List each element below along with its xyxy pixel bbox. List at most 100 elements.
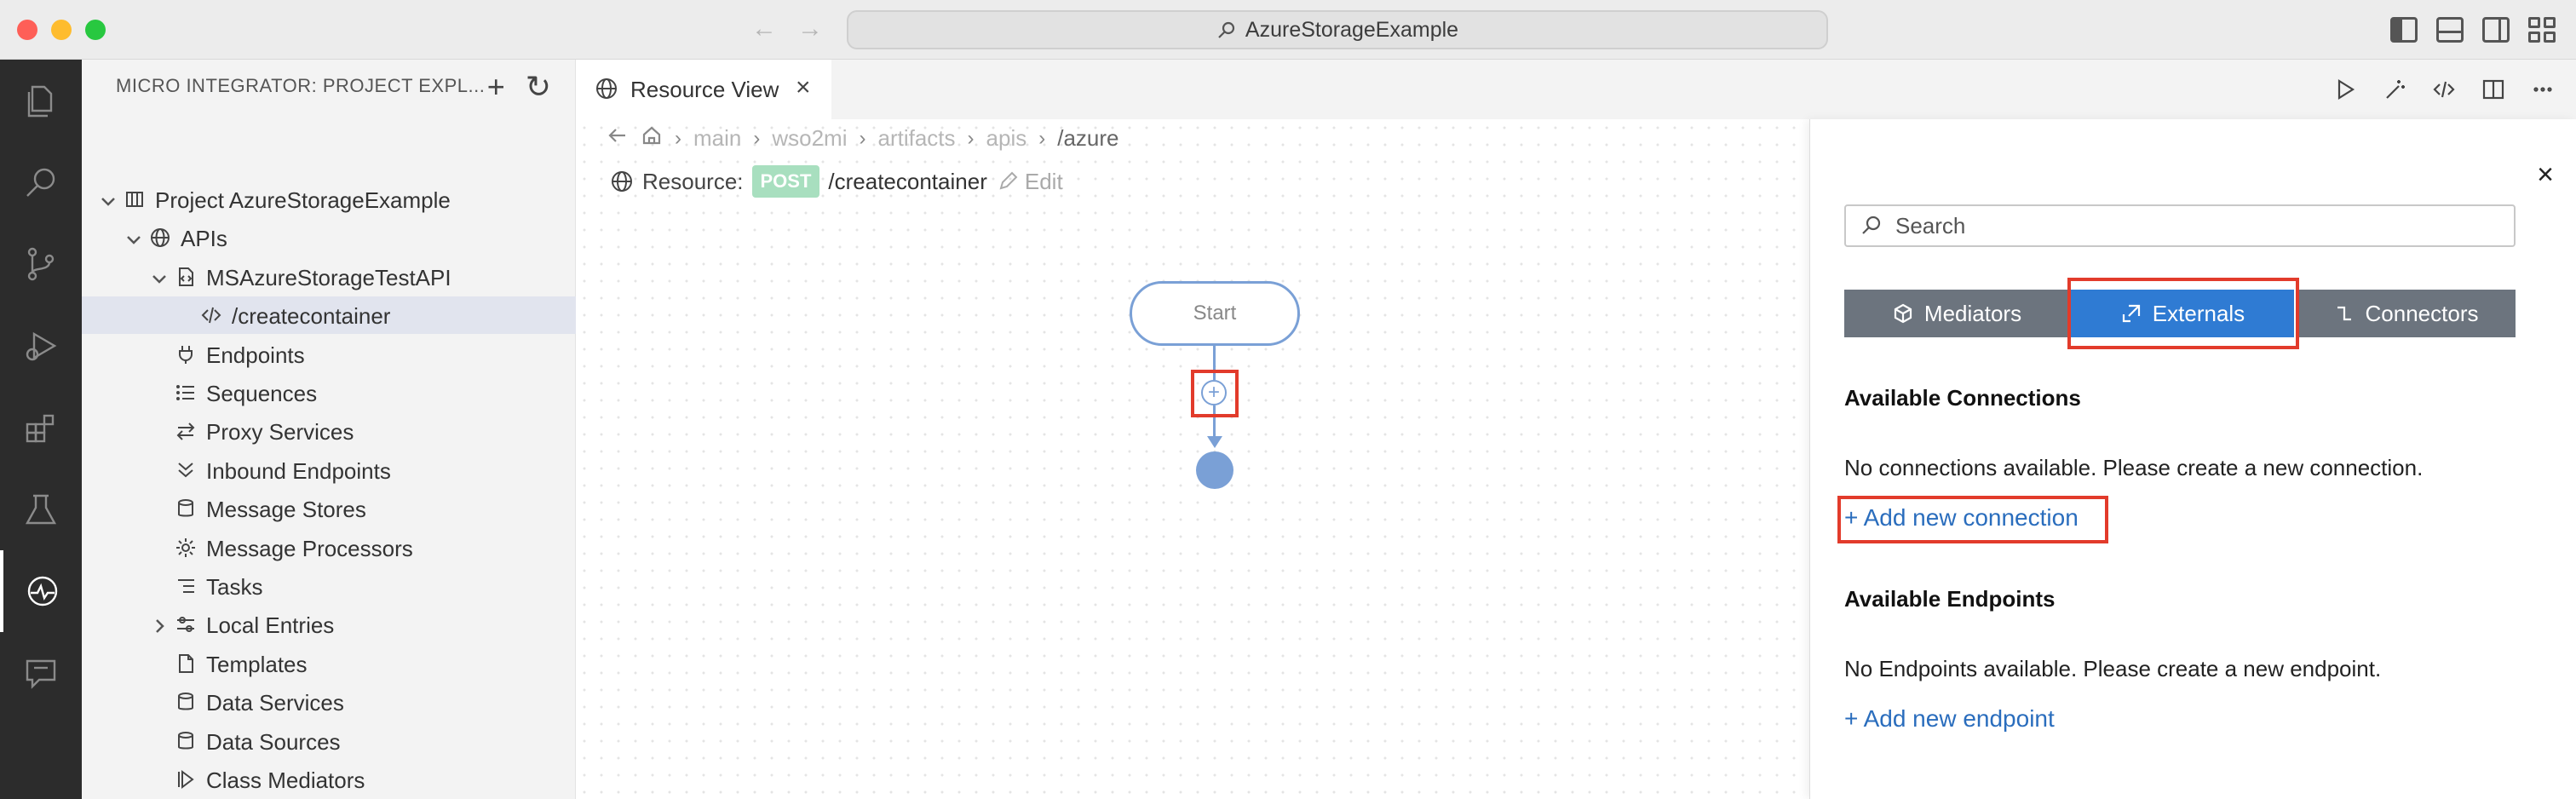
database-icon: [174, 497, 198, 520]
micro-integrator-icon[interactable]: [0, 550, 82, 632]
back-arrow-icon[interactable]: [607, 124, 629, 152]
search-input[interactable]: [1895, 212, 2492, 239]
externals-highlight: [2067, 278, 2299, 349]
toggle-secondary-sidebar-icon[interactable]: [2482, 17, 2510, 43]
sliders-icon: [174, 612, 198, 636]
tree-item[interactable]: Local Entries: [82, 606, 576, 643]
tree-item-label: Class Mediators: [206, 767, 365, 793]
pencil-icon: [999, 171, 1018, 190]
tab-connectors[interactable]: Connectors: [2296, 290, 2516, 337]
tree-item[interactable]: Inbound Endpoints: [82, 451, 576, 489]
back-arrow-icon[interactable]: ←: [751, 14, 777, 44]
endpoints-empty-message: No Endpoints available. Please create a …: [1844, 656, 2382, 681]
forward-arrow-icon[interactable]: →: [797, 14, 823, 44]
magic-wand-icon[interactable]: [2382, 77, 2407, 102]
tree-item[interactable]: Endpoints: [82, 336, 576, 373]
split-editor-icon[interactable]: [2481, 77, 2506, 102]
explorer-icon[interactable]: [0, 60, 82, 141]
tree-item[interactable]: Tasks: [82, 567, 576, 605]
layout-controls: [2390, 17, 2556, 43]
code-view-icon[interactable]: [2431, 77, 2457, 102]
customize-layout-icon[interactable]: [2528, 17, 2556, 43]
testing-icon[interactable]: [0, 468, 82, 550]
tree-item[interactable]: /createcontainer: [82, 296, 576, 335]
tree-item-label: Templates: [206, 651, 308, 677]
tree-item[interactable]: Proxy Services: [82, 412, 576, 450]
add-new-endpoint-link[interactable]: + Add new endpoint: [1844, 705, 2055, 733]
tree-item[interactable]: APIs: [82, 219, 576, 256]
chevron-down-icon[interactable]: [124, 228, 143, 247]
tree-item[interactable]: Class Mediators: [82, 761, 576, 798]
home-icon[interactable]: [641, 124, 663, 152]
toggle-panel-icon[interactable]: [2436, 17, 2464, 43]
command-center[interactable]: AzureStorageExample: [847, 10, 1828, 49]
tree-item[interactable]: Message Stores: [82, 490, 576, 527]
method-badge: POST: [751, 165, 820, 198]
tree-item[interactable]: Data Services: [82, 683, 576, 721]
chevron-right-icon[interactable]: [150, 615, 169, 634]
search-icon[interactable]: [0, 141, 82, 223]
add-new-connection-link[interactable]: + Add new connection: [1844, 504, 2079, 532]
tree-item-label: Proxy Services: [206, 419, 354, 445]
tab-mediators[interactable]: Mediators: [1844, 290, 2069, 337]
tab-resource-view[interactable]: Resource View ×: [576, 60, 831, 119]
tab-label: Mediators: [1923, 300, 2022, 326]
search-icon: [1862, 216, 1881, 234]
sidebar-title: MICRO INTEGRATOR: PROJECT EXPL...: [116, 75, 486, 96]
tree-item[interactable]: MSAzureStorageTestAPI: [82, 258, 576, 296]
close-tab-icon[interactable]: ×: [796, 75, 811, 101]
close-window-button[interactable]: [17, 20, 37, 40]
editor-tab-bar: Resource View ×: [576, 60, 2576, 119]
tree-item-label: MSAzureStorageTestAPI: [206, 264, 451, 290]
tree-item[interactable]: Data Sources: [82, 722, 576, 760]
play-bar-icon: [174, 767, 198, 791]
toggle-primary-sidebar-icon[interactable]: [2390, 17, 2418, 43]
extensions-icon[interactable]: [0, 387, 82, 468]
side-panel: × Mediators Externals Connectors Availab…: [1809, 119, 2576, 799]
tree-item-label: Endpoints: [206, 342, 305, 368]
flow-arrow-icon: [1207, 436, 1222, 448]
breadcrumb-item[interactable]: apis: [986, 125, 1027, 152]
globe-icon: [595, 77, 618, 101]
gear-icon: [174, 536, 198, 560]
diagram-canvas[interactable]: › main › wso2mi › artifacts › apis › /az…: [576, 119, 1809, 799]
more-actions-icon[interactable]: [2530, 77, 2556, 102]
tree-item[interactable]: Project AzureStorageExample: [82, 181, 576, 218]
add-icon[interactable]: +: [487, 68, 505, 106]
database-icon: [174, 690, 198, 714]
maximize-window-button[interactable]: [85, 20, 106, 40]
breadcrumb-item[interactable]: artifacts: [878, 125, 956, 152]
edit-resource-button[interactable]: Edit: [996, 169, 1063, 195]
available-connections-title: Available Connections: [1844, 385, 2081, 411]
run-debug-icon[interactable]: [0, 305, 82, 387]
tree-item-label: Message Stores: [206, 497, 366, 523]
end-node: [1196, 451, 1233, 489]
tree-item-label: Project AzureStorageExample: [155, 187, 451, 213]
start-node[interactable]: Start: [1130, 281, 1300, 346]
tree-item[interactable]: Message Processors: [82, 529, 576, 566]
activity-bar: [0, 60, 82, 799]
tree-item[interactable]: Templates: [82, 645, 576, 682]
edit-label: Edit: [1024, 168, 1063, 194]
globe-icon: [148, 226, 172, 250]
source-control-icon[interactable]: [0, 223, 82, 305]
refresh-icon[interactable]: ↻: [526, 68, 551, 106]
add-mediator-button[interactable]: +: [1201, 380, 1227, 405]
close-panel-icon[interactable]: ×: [2537, 160, 2554, 189]
chevron-down-icon[interactable]: [150, 267, 169, 286]
breadcrumb-item[interactable]: main: [693, 125, 741, 152]
database-icon: [174, 729, 198, 753]
minimize-window-button[interactable]: [51, 20, 72, 40]
resource-label: Resource:: [642, 168, 744, 194]
tree-item-label: Data Services: [206, 690, 344, 716]
tree-item-label: /createcontainer: [232, 303, 391, 330]
tree-item-label: Local Entries: [206, 612, 335, 639]
run-icon[interactable]: [2332, 77, 2358, 102]
tree-item[interactable]: Sequences: [82, 374, 576, 411]
chevron-down-icon[interactable]: [99, 190, 118, 209]
tree-item-label: Message Processors: [206, 535, 413, 561]
chat-icon[interactable]: [0, 632, 82, 714]
breadcrumb-item[interactable]: wso2mi: [772, 125, 847, 152]
search-field[interactable]: [1844, 204, 2516, 247]
tree-item-label: Sequences: [206, 381, 318, 406]
